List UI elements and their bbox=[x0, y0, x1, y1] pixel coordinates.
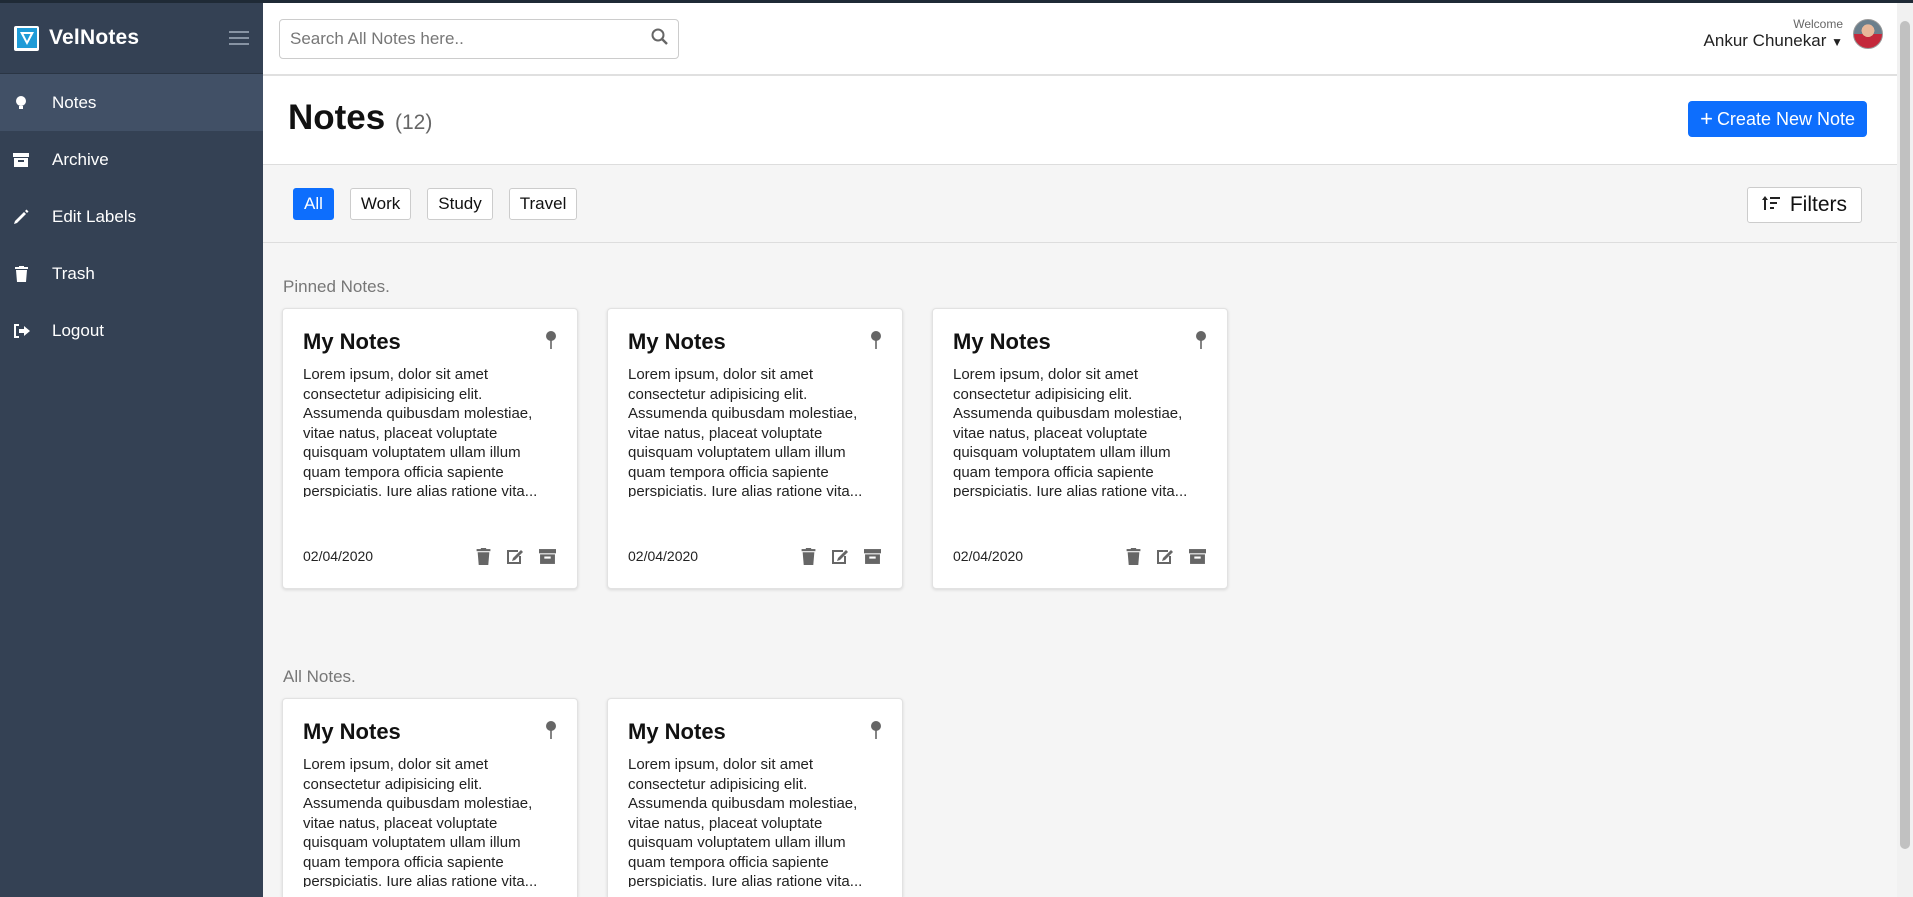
sidebar-item-edit-labels[interactable]: Edit Labels bbox=[0, 188, 263, 245]
sidebar-item-label: Notes bbox=[52, 92, 97, 112]
sidebar-item-trash[interactable]: Trash bbox=[0, 245, 263, 302]
archive-icon[interactable] bbox=[1187, 546, 1207, 566]
create-note-label: Create New Note bbox=[1716, 108, 1855, 129]
brand: VelNotes bbox=[0, 3, 263, 74]
page-title: Notes (12) bbox=[288, 98, 432, 138]
pin-icon[interactable] bbox=[870, 721, 882, 744]
filters-button[interactable]: Filters bbox=[1746, 187, 1862, 223]
sidebar-item-notes[interactable]: Notes bbox=[0, 74, 263, 131]
chip-travel[interactable]: Travel bbox=[508, 188, 578, 220]
delete-icon[interactable] bbox=[1123, 546, 1143, 566]
username[interactable]: Ankur Chunekar ▼ bbox=[1704, 31, 1843, 51]
search-input[interactable] bbox=[290, 29, 651, 49]
chip-study[interactable]: Study bbox=[427, 188, 493, 220]
app-name[interactable]: VelNotes bbox=[49, 26, 139, 50]
note-body: Lorem ipsum, dolor sit amet consectetur … bbox=[628, 366, 863, 497]
label-filter-bar: All Work Study Travel Filters bbox=[263, 165, 1897, 243]
note-card[interactable]: My Notes Lorem ipsum, dolor sit amet con… bbox=[607, 308, 903, 589]
pin-icon[interactable] bbox=[1195, 331, 1207, 354]
top-header: Welcome Ankur Chunekar ▼ bbox=[263, 3, 1897, 76]
note-title: My Notes bbox=[953, 329, 1051, 354]
page-title-text: Notes bbox=[288, 98, 386, 137]
trash-icon bbox=[12, 265, 30, 283]
sidebar: VelNotes Notes Archive Edit Labels Trash… bbox=[0, 3, 263, 897]
note-body: Lorem ipsum, dolor sit amet consectetur … bbox=[628, 756, 863, 887]
note-card[interactable]: My Notes Lorem ipsum, dolor sit amet con… bbox=[932, 308, 1228, 589]
filters-label: Filters bbox=[1789, 193, 1847, 216]
app-logo-icon[interactable] bbox=[14, 25, 39, 51]
notes-count: (12) bbox=[394, 111, 433, 134]
pinned-notes-heading: Pinned Notes. bbox=[283, 277, 390, 296]
edit-icon[interactable] bbox=[830, 546, 850, 566]
sort-filter-icon bbox=[1761, 193, 1780, 217]
avatar[interactable] bbox=[1853, 19, 1883, 49]
search-box[interactable] bbox=[279, 19, 679, 59]
note-title: My Notes bbox=[303, 329, 401, 354]
sidebar-item-logout[interactable]: Logout bbox=[0, 302, 263, 359]
user-menu[interactable]: Welcome Ankur Chunekar ▼ bbox=[1704, 17, 1883, 51]
edit-icon[interactable] bbox=[505, 546, 525, 566]
logout-icon bbox=[12, 322, 30, 340]
label-chips: All Work Study Travel bbox=[293, 188, 578, 220]
edit-icon[interactable] bbox=[1155, 546, 1175, 566]
chip-work[interactable]: Work bbox=[349, 188, 412, 220]
create-note-button[interactable]: + Create New Note bbox=[1688, 101, 1867, 137]
bulb-icon bbox=[12, 94, 30, 112]
chip-all[interactable]: All bbox=[293, 188, 334, 220]
pencil-icon bbox=[12, 208, 30, 226]
note-date: 02/04/2020 bbox=[628, 548, 699, 564]
note-title: My Notes bbox=[628, 719, 726, 744]
note-card[interactable]: My Notes Lorem ipsum, dolor sit amet con… bbox=[607, 698, 903, 897]
delete-icon[interactable] bbox=[798, 546, 818, 566]
note-title: My Notes bbox=[303, 719, 401, 744]
plus-icon: + bbox=[1700, 106, 1713, 131]
note-date: 02/04/2020 bbox=[953, 548, 1024, 564]
note-date: 02/04/2020 bbox=[303, 548, 374, 564]
archive-icon[interactable] bbox=[862, 546, 882, 566]
page-scrollbar[interactable] bbox=[1897, 3, 1913, 897]
pin-icon[interactable] bbox=[545, 721, 557, 744]
note-body: Lorem ipsum, dolor sit amet consectetur … bbox=[303, 366, 538, 497]
note-card[interactable]: My Notes Lorem ipsum, dolor sit amet con… bbox=[282, 698, 578, 897]
caret-down-icon: ▼ bbox=[1831, 35, 1843, 49]
sidebar-item-label: Edit Labels bbox=[52, 206, 137, 226]
username-label: Ankur Chunekar bbox=[1703, 31, 1827, 50]
note-body: Lorem ipsum, dolor sit amet consectetur … bbox=[953, 366, 1188, 497]
pin-icon[interactable] bbox=[545, 331, 557, 354]
menu-toggle-icon[interactable] bbox=[229, 31, 249, 45]
sidebar-item-label: Trash bbox=[52, 263, 95, 283]
all-notes-heading: All Notes. bbox=[283, 667, 356, 686]
sidebar-item-label: Archive bbox=[52, 149, 109, 169]
search-icon[interactable] bbox=[651, 28, 668, 50]
note-card[interactable]: My Notes Lorem ipsum, dolor sit amet con… bbox=[282, 308, 578, 589]
note-title: My Notes bbox=[628, 329, 726, 354]
archive-icon bbox=[12, 151, 30, 169]
page-header: Notes (12) + Create New Note bbox=[263, 76, 1897, 165]
welcome-text: Welcome bbox=[1793, 17, 1843, 31]
sidebar-item-label: Logout bbox=[52, 320, 104, 340]
sidebar-item-archive[interactable]: Archive bbox=[0, 131, 263, 188]
delete-icon[interactable] bbox=[473, 546, 493, 566]
note-body: Lorem ipsum, dolor sit amet consectetur … bbox=[303, 756, 538, 887]
archive-icon[interactable] bbox=[537, 546, 557, 566]
pin-icon[interactable] bbox=[870, 331, 882, 354]
scrollbar-thumb[interactable] bbox=[1900, 21, 1910, 849]
